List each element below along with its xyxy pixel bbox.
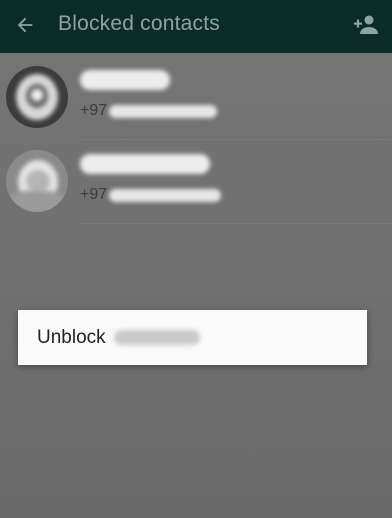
- blocked-contact-row[interactable]: +97: [0, 56, 392, 140]
- screen: Blocked contacts +97 +97 Unblock: [0, 0, 392, 518]
- contact-number: +97: [80, 101, 218, 121]
- number-prefix: +97: [80, 186, 108, 203]
- add-contact-button[interactable]: [348, 8, 384, 42]
- number-prefix: +97: [80, 102, 108, 119]
- row-divider: [80, 223, 392, 224]
- unblock-menu-item[interactable]: Unblock: [18, 310, 367, 365]
- contact-name-redacted: [113, 330, 200, 345]
- contact-name-redacted: [80, 154, 210, 174]
- contact-avatar: [6, 150, 68, 212]
- page-title: Blocked contacts: [58, 12, 220, 35]
- arrow-left-icon: [17, 17, 33, 33]
- contact-number: +97: [80, 185, 222, 205]
- app-bar: Blocked contacts: [0, 0, 392, 53]
- number-redacted: [109, 104, 218, 118]
- context-menu: Unblock: [18, 310, 367, 365]
- blocked-contact-row[interactable]: +97: [0, 140, 392, 224]
- number-redacted: [109, 188, 222, 202]
- add-contact-icon: [354, 15, 378, 34]
- back-button[interactable]: [8, 8, 42, 42]
- contact-avatar: [6, 66, 68, 128]
- unblock-label: Unblock: [37, 326, 106, 348]
- contact-name-redacted: [80, 70, 170, 90]
